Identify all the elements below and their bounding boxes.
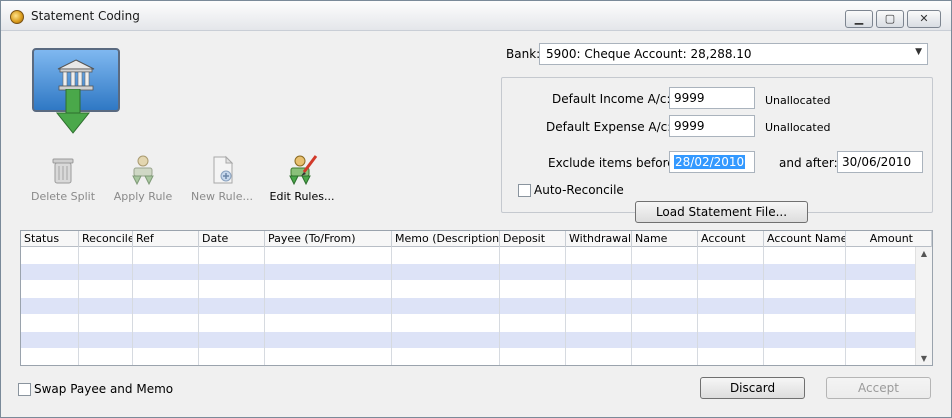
column-divider — [631, 247, 632, 365]
bank-building-icon — [57, 59, 95, 91]
column-header-reconcile[interactable]: Reconcile — [79, 231, 133, 247]
column-header-amount[interactable]: Amount — [846, 231, 932, 247]
income-unallocated-text: Unallocated — [765, 94, 831, 107]
column-header-payee[interactable]: Payee (To/From) — [265, 231, 392, 247]
column-header-status[interactable]: Status — [21, 231, 79, 247]
column-divider — [198, 247, 199, 365]
column-header-ref[interactable]: Ref — [133, 231, 199, 247]
close-button[interactable]: ✕ — [907, 10, 941, 28]
bank-select[interactable]: 5900: Cheque Account: 28,288.10 ▼ — [539, 43, 928, 65]
column-divider — [499, 247, 500, 365]
new-rule-button[interactable]: New Rule... — [182, 154, 262, 203]
scroll-up-icon[interactable]: ▲ — [916, 249, 932, 258]
new-rule-label: New Rule... — [191, 190, 253, 203]
maximize-button[interactable]: ▢ — [876, 10, 904, 28]
and-after-value: 30/06/2010 — [842, 155, 912, 169]
apply-rule-button[interactable]: Apply Rule — [103, 154, 183, 203]
exclude-before-field[interactable]: 28/02/2010 — [669, 151, 755, 173]
grid-vertical-scrollbar[interactable]: ▲ ▼ — [915, 247, 932, 365]
column-divider — [763, 247, 764, 365]
bank-select-value: 5900: Cheque Account: 28,288.10 — [546, 47, 752, 61]
accept-button[interactable]: Accept — [826, 377, 931, 399]
table-row[interactable] — [21, 298, 915, 314]
new-document-icon — [213, 155, 234, 184]
table-row[interactable] — [21, 281, 915, 297]
column-divider — [132, 247, 133, 365]
column-header-name[interactable]: Name — [632, 231, 698, 247]
column-header-withdrawal[interactable]: Withdrawal — [566, 231, 632, 247]
default-income-field[interactable]: 9999 — [669, 87, 755, 109]
apply-rule-icon — [132, 155, 154, 186]
column-divider — [697, 247, 698, 365]
transactions-grid[interactable]: Status Reconcile Ref Date Payee (To/From… — [20, 230, 933, 366]
table-row[interactable] — [21, 247, 915, 263]
column-header-memo[interactable]: Memo (Description) — [392, 231, 500, 247]
bank-label: Bank: — [506, 47, 541, 61]
default-income-label: Default Income A/c: — [552, 92, 671, 106]
table-row[interactable] — [21, 315, 915, 331]
column-header-account[interactable]: Account — [698, 231, 764, 247]
trash-icon — [52, 158, 74, 184]
default-expense-value: 9999 — [674, 119, 705, 133]
maximize-icon: ▢ — [884, 12, 896, 25]
edit-rules-label: Edit Rules... — [269, 190, 335, 203]
chevron-down-icon: ▼ — [915, 47, 922, 57]
title-bar[interactable]: Statement Coding ▁ ▢ ✕ — [1, 1, 951, 31]
table-row[interactable] — [21, 264, 915, 280]
load-statement-file-button[interactable]: Load Statement File... — [635, 201, 808, 223]
minimize-button[interactable]: ▁ — [845, 10, 873, 28]
swap-payee-memo-checkbox[interactable] — [18, 383, 31, 396]
default-income-value: 9999 — [674, 91, 705, 105]
discard-button[interactable]: Discard — [700, 377, 805, 399]
column-divider — [565, 247, 566, 365]
auto-reconcile-label: Auto-Reconcile — [534, 183, 624, 197]
app-icon — [10, 10, 24, 24]
download-arrow-icon — [55, 89, 91, 134]
default-expense-field[interactable]: 9999 — [669, 115, 755, 137]
statement-coding-window: Statement Coding ▁ ▢ ✕ Delete Split Appl… — [0, 0, 952, 418]
and-after-field[interactable]: 30/06/2010 — [837, 151, 923, 173]
exclude-before-value: 28/02/2010 — [674, 155, 746, 169]
scroll-down-icon[interactable]: ▼ — [916, 354, 932, 363]
delete-split-button[interactable]: Delete Split — [23, 154, 103, 203]
column-header-deposit[interactable]: Deposit — [500, 231, 566, 247]
table-row[interactable] — [21, 349, 915, 365]
column-divider — [264, 247, 265, 365]
column-divider — [78, 247, 79, 365]
close-icon: ✕ — [919, 12, 929, 25]
auto-reconcile-checkbox[interactable] — [518, 184, 531, 197]
table-row[interactable] — [21, 332, 915, 348]
exclude-before-label: Exclude items before: — [548, 156, 679, 170]
column-header-account-name[interactable]: Account Name — [764, 231, 846, 247]
column-header-date[interactable]: Date — [199, 231, 265, 247]
column-divider — [845, 247, 846, 365]
and-after-label: and after: — [779, 156, 838, 170]
default-expense-label: Default Expense A/c: — [546, 120, 672, 134]
minimize-icon: ▁ — [854, 12, 864, 25]
window-title: Statement Coding — [31, 9, 140, 23]
delete-split-label: Delete Split — [30, 190, 96, 203]
expense-unallocated-text: Unallocated — [765, 121, 831, 134]
grid-header: Status Reconcile Ref Date Payee (To/From… — [21, 231, 932, 247]
edit-rules-button[interactable]: Edit Rules... — [262, 154, 342, 203]
swap-payee-memo-label: Swap Payee and Memo — [34, 382, 174, 396]
apply-rule-label: Apply Rule — [113, 190, 173, 203]
column-divider — [391, 247, 392, 365]
edit-rules-icon — [289, 155, 318, 186]
